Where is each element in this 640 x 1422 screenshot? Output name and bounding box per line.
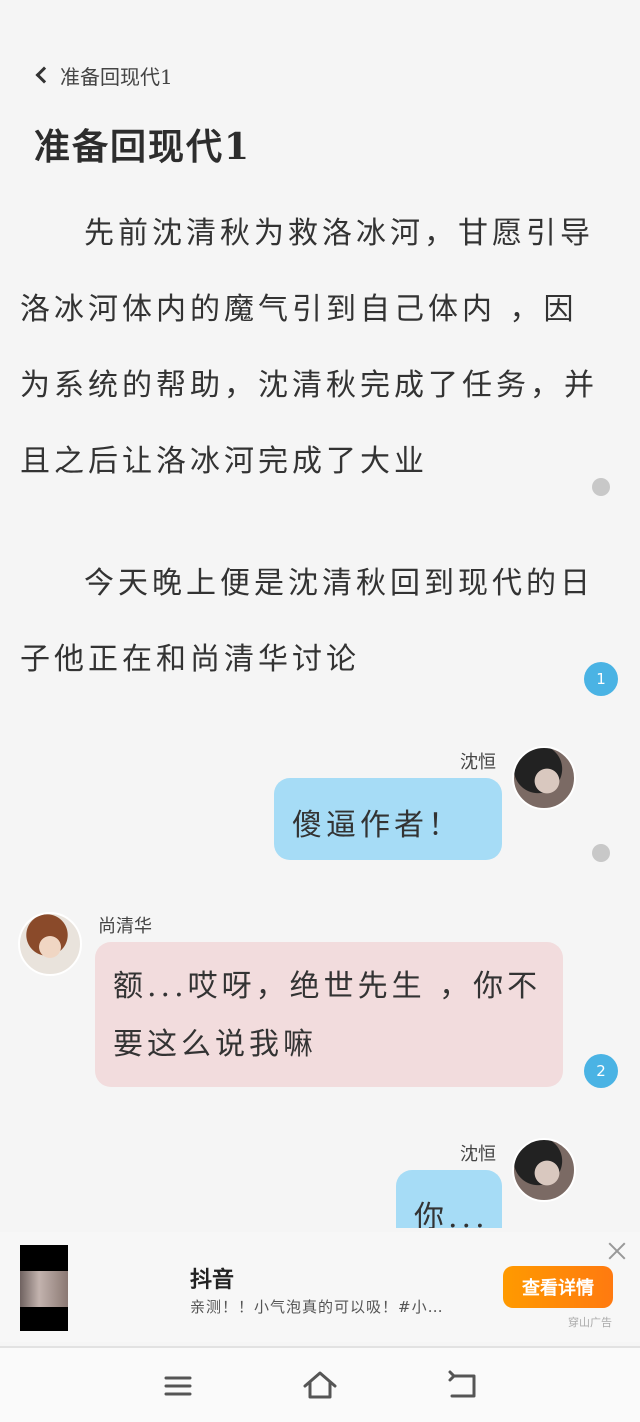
avatar[interactable] — [512, 746, 576, 810]
avatar[interactable] — [18, 912, 82, 976]
home-icon[interactable] — [300, 1366, 340, 1406]
message-text: 额...哎呀，绝世先生 ，你不要这么说我嘛 — [113, 969, 542, 1062]
menu-icon[interactable] — [158, 1366, 198, 1406]
back-button[interactable]: 准备回现代1 — [32, 60, 173, 90]
message-text: 你... — [414, 1200, 489, 1228]
paragraph-2: 今天晚上便是沈清秋回到现代的日子他正在和尚清华讨论 — [20, 566, 594, 677]
avatar[interactable] — [512, 1138, 576, 1202]
speaker-name: 沈恒 — [460, 752, 496, 773]
comment-count-badge[interactable]: 1 — [584, 662, 618, 696]
chat-bubble: 傻逼作者！ — [274, 778, 502, 860]
ad-tag: 穿山广告 — [568, 1316, 612, 1329]
ad-banner[interactable]: 抖音 亲测！！小气泡真的可以吸！#小… 查看详情 穿山广告 — [0, 1232, 640, 1342]
paragraph-1: 先前沈清秋为救洛冰河，甘愿引导洛冰河体内的魔气引到自己体内 ，因为系统的帮助，沈… — [20, 216, 598, 479]
chevron-left-icon — [35, 66, 53, 84]
system-nav-bar — [0, 1346, 640, 1422]
chapter-title: 准备回现代1 — [34, 126, 252, 168]
ad-description: 亲测！！小气泡真的可以吸！#小… — [190, 1298, 444, 1316]
comment-count-badge[interactable]: 2 — [584, 1054, 618, 1088]
comment-dot[interactable] — [592, 478, 610, 496]
ad-details-button[interactable]: 查看详情 — [503, 1266, 613, 1308]
ad-thumbnail — [20, 1245, 68, 1331]
close-icon[interactable] — [606, 1240, 628, 1262]
speaker-name: 尚清华 — [98, 916, 152, 937]
chat-bubble: 你... — [396, 1170, 502, 1228]
ad-app-name: 抖音 — [190, 1267, 235, 1293]
message-text: 傻逼作者！ — [292, 808, 462, 843]
comment-dot[interactable] — [592, 844, 610, 862]
back-label: 准备回现代1 — [60, 64, 173, 89]
chat-bubble: 额...哎呀，绝世先生 ，你不要这么说我嘛 — [95, 942, 563, 1087]
speaker-name: 沈恒 — [460, 1144, 496, 1165]
back-icon[interactable] — [442, 1366, 482, 1406]
